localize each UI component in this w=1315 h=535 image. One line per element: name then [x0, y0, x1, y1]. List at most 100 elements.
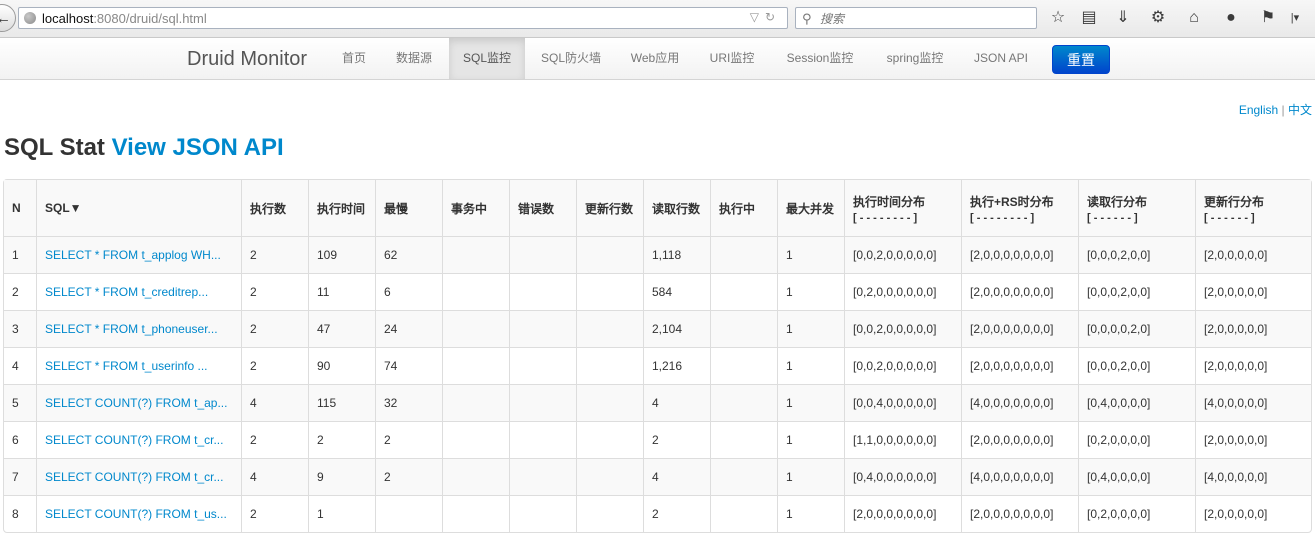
nav-datasource[interactable]: 数据源 — [386, 38, 442, 79]
table-cell: SELECT COUNT(?) FROM t_cr... — [36, 421, 241, 458]
sql-link[interactable]: SELECT * FROM t_userinfo ... — [45, 359, 208, 373]
sql-link[interactable]: SELECT COUNT(?) FROM t_cr... — [45, 433, 223, 447]
table-cell: 2 — [643, 495, 710, 532]
table-cell — [509, 347, 576, 384]
nav-sql-monitor[interactable]: SQL监控 — [449, 38, 525, 79]
table-cell: 5 — [4, 384, 36, 421]
menu-chevron-icon[interactable]: |▾ — [1284, 8, 1306, 28]
table-cell: SELECT * FROM t_creditrep... — [36, 273, 241, 310]
top-navbar: Druid Monitor 首页 数据源 SQL监控 SQL防火墙 Web应用 … — [0, 38, 1315, 80]
table-cell: [0,0,2,0,0,0,0,0] — [844, 347, 961, 384]
view-json-api-link[interactable]: View JSON API — [112, 134, 284, 161]
address-bar[interactable]: localhost:8080/druid/sql.html ▽↻ — [18, 7, 788, 29]
table-cell: 47 — [308, 310, 375, 347]
table-cell: 90 — [308, 347, 375, 384]
table-cell: 6 — [4, 421, 36, 458]
table-cell: 1 — [777, 384, 844, 421]
search-input[interactable] — [818, 10, 1032, 28]
nav-spring-monitor[interactable]: spring监控 — [875, 38, 955, 79]
column-header: 错误数 — [509, 180, 576, 236]
table-cell — [509, 458, 576, 495]
table-cell: SELECT COUNT(?) FROM t_us... — [36, 495, 241, 532]
table-cell: 584 — [643, 273, 710, 310]
bookmarks-list-icon[interactable]: ▤ — [1078, 8, 1100, 28]
brand[interactable]: Druid Monitor — [187, 48, 307, 71]
table-row: 7 SELECT COUNT(?) FROM t_cr... 4 9 2 4 1 [0,4,0… — [4, 458, 1311, 495]
table-cell — [710, 458, 777, 495]
table-cell: 1 — [777, 236, 844, 273]
table-row: 6 SELECT COUNT(?) FROM t_cr... 2 2 2 2 1 [1,1,0… — [4, 421, 1311, 458]
table-cell — [576, 421, 643, 458]
table-cell: [0,0,2,0,0,0,0,0] — [844, 310, 961, 347]
lang-chinese[interactable]: 中文 — [1288, 103, 1312, 117]
sql-link[interactable]: SELECT COUNT(?) FROM t_cr... — [45, 470, 223, 484]
table-row: 8 SELECT COUNT(?) FROM t_us... 2 1 2 1 [2,0,0,… — [4, 495, 1311, 532]
table-cell: 4 — [4, 347, 36, 384]
table-cell — [442, 310, 509, 347]
table-cell — [576, 347, 643, 384]
table-cell: 1,216 — [643, 347, 710, 384]
nav-sql-firewall[interactable]: SQL防火墙 — [530, 38, 612, 79]
home-icon[interactable]: ⌂ — [1183, 8, 1205, 28]
table-cell: 1 — [777, 347, 844, 384]
table-cell: 2 — [375, 458, 442, 495]
table-cell — [442, 458, 509, 495]
table-cell — [576, 236, 643, 273]
chat-icon[interactable]: ● — [1220, 8, 1242, 28]
column-header: 更新行数 — [576, 180, 643, 236]
nav-home[interactable]: 首页 — [330, 38, 378, 79]
sql-link[interactable]: SELECT * FROM t_phoneuser... — [45, 322, 218, 336]
table-cell — [509, 310, 576, 347]
column-header: 执行时间 — [308, 180, 375, 236]
table-header-row: N SQL▼ 执行数 执行时间 最慢 事务中 错误数 更新行数 读取行数 执行中 最大并发 执行时间分… — [4, 180, 1311, 236]
table-row: 2 SELECT * FROM t_creditrep... 2 11 6 584 1 [0,… — [4, 273, 1311, 310]
column-header: 更新行分布[ - - - - - - ] — [1195, 180, 1311, 236]
table-cell: 2 — [241, 495, 308, 532]
bug-icon[interactable]: ⚙ — [1147, 8, 1169, 28]
search-box[interactable]: ⚲ — [795, 7, 1037, 29]
table-cell: 4 — [241, 384, 308, 421]
reload-icon[interactable]: ↻ — [765, 10, 781, 24]
sql-link[interactable]: SELECT * FROM t_creditrep... — [45, 285, 208, 299]
table-cell: 2,104 — [643, 310, 710, 347]
table-cell — [710, 273, 777, 310]
table-cell — [710, 236, 777, 273]
table-cell — [509, 495, 576, 532]
table-cell: [0,0,0,0,2,0] — [1078, 310, 1195, 347]
table-cell: SELECT * FROM t_phoneuser... — [36, 310, 241, 347]
table-cell: 3 — [4, 310, 36, 347]
sql-link[interactable]: SELECT * FROM t_applog WH... — [45, 248, 221, 262]
table-cell: 2 — [241, 236, 308, 273]
bookmark-star-icon[interactable]: ☆ — [1047, 8, 1069, 28]
reset-button[interactable]: 重置 — [1052, 45, 1110, 74]
table-cell — [509, 421, 576, 458]
sql-link[interactable]: SELECT COUNT(?) FROM t_us... — [45, 507, 227, 521]
back-arrow-icon[interactable]: ← — [0, 4, 16, 32]
sql-stat-table-wrapper: N SQL▼ 执行数 执行时间 最慢 事务中 错误数 更新行数 读取行数 执行中 最大并发 执行时间分… — [3, 179, 1312, 533]
addon-icon[interactable]: ⚑ — [1257, 8, 1279, 28]
nav-session-monitor[interactable]: Session监控 — [775, 38, 865, 79]
column-header[interactable]: SQL▼ — [36, 180, 241, 236]
nav-uri-monitor[interactable]: URI监控 — [699, 38, 765, 79]
lang-english[interactable]: English — [1239, 103, 1278, 117]
table-cell: [2,0,0,0,0,0] — [1195, 495, 1311, 532]
download-icon[interactable]: ⇓ — [1112, 8, 1134, 28]
distribution-range-label: [ - - - - - - ] — [1087, 211, 1138, 224]
nav-json-api[interactable]: JSON API — [964, 38, 1038, 79]
table-cell — [509, 273, 576, 310]
table-cell — [375, 495, 442, 532]
table-cell: [0,4,0,0,0,0] — [1078, 384, 1195, 421]
column-header: 最大并发 — [777, 180, 844, 236]
table-cell: 115 — [308, 384, 375, 421]
sql-link[interactable]: SELECT COUNT(?) FROM t_ap... — [45, 396, 227, 410]
table-cell — [442, 236, 509, 273]
table-cell: [4,0,0,0,0,0,0,0] — [961, 458, 1078, 495]
table-cell: 2 — [308, 421, 375, 458]
dropdown-arrow-icon[interactable]: ▽ — [750, 10, 765, 24]
nav-web-app[interactable]: Web应用 — [620, 38, 690, 79]
distribution-range-label: [ - - - - - - ] — [1204, 211, 1255, 224]
lang-separator: | — [1281, 103, 1285, 117]
table-cell: [2,0,0,0,0,0,0,0] — [961, 495, 1078, 532]
table-cell: 4 — [643, 458, 710, 495]
table-cell — [710, 495, 777, 532]
